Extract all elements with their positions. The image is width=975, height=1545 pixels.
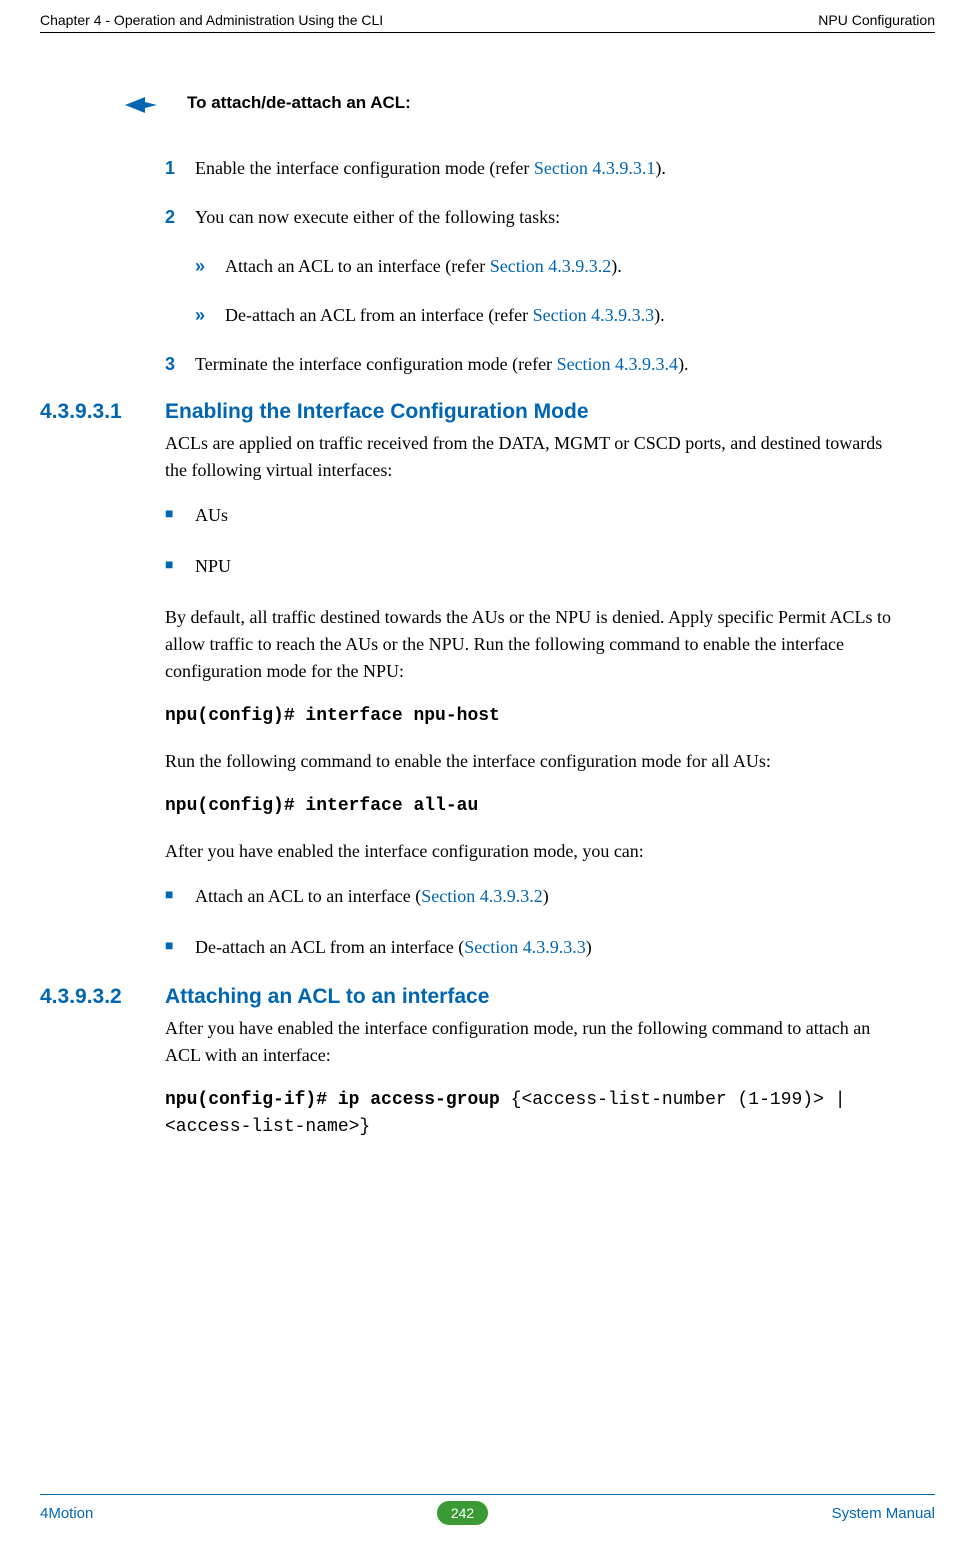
list-item: ■ NPU [165, 553, 895, 580]
substep-2a: » Attach an ACL to an interface (refer S… [195, 253, 895, 280]
list-item: ■ De-attach an ACL from an interface (Se… [165, 934, 895, 961]
section-number: 4.3.9.3.1 [40, 400, 165, 424]
section-title: Enabling the Interface Configuration Mod… [165, 400, 589, 424]
section-link[interactable]: Section 4.3.9.3.2 [490, 256, 612, 276]
step-2: 2 You can now execute either of the foll… [165, 204, 895, 231]
header-left: Chapter 4 - Operation and Administration… [40, 12, 383, 28]
section-heading-2: 4.3.9.3.2 Attaching an ACL to an interfa… [165, 985, 895, 1009]
substep-text: Attach an ACL to an interface (refer Sec… [225, 253, 622, 280]
step-3: 3 Terminate the interface configuration … [165, 351, 895, 378]
step-1: 1 Enable the interface configuration mod… [165, 155, 895, 182]
list-item-text: Attach an ACL to an interface (Section 4… [195, 883, 549, 910]
section-title: Attaching an ACL to an interface [165, 985, 489, 1009]
code-block: npu(config-if)# ip access-group {<access… [165, 1087, 895, 1141]
step-number: 1 [165, 155, 195, 182]
substep-2b: » De-attach an ACL from an interface (re… [195, 302, 895, 329]
substep-text: De-attach an ACL from an interface (refe… [225, 302, 665, 329]
section-link[interactable]: Section 4.3.9.3.3 [464, 937, 586, 957]
step-text: Terminate the interface configuration mo… [195, 351, 689, 378]
paragraph: After you have enabled the interface con… [165, 1015, 895, 1069]
section-link[interactable]: Section 4.3.9.3.4 [557, 354, 679, 374]
code-block: npu(config)# interface all-au [165, 793, 895, 820]
section-link[interactable]: Section 4.3.9.3.2 [421, 886, 543, 906]
step-number: 2 [165, 204, 195, 231]
chevron-icon: » [195, 253, 225, 280]
list-item-text: AUs [195, 502, 228, 529]
step-text: You can now execute either of the follow… [195, 204, 560, 231]
page-footer: 4Motion 242 System Manual [40, 1494, 935, 1525]
callout-text: To attach/de-attach an ACL: [187, 93, 411, 113]
list-item: ■ AUs [165, 502, 895, 529]
arrow-right-icon [125, 95, 157, 115]
list-item: ■ Attach an ACL to an interface (Section… [165, 883, 895, 910]
step-text: Enable the interface configuration mode … [195, 155, 666, 182]
square-bullet-icon: ■ [165, 502, 195, 529]
page-number-badge: 242 [437, 1501, 488, 1525]
section-heading-1: 4.3.9.3.1 Enabling the Interface Configu… [165, 400, 895, 424]
code-block: npu(config)# interface npu-host [165, 703, 895, 730]
section-number: 4.3.9.3.2 [40, 985, 165, 1009]
square-bullet-icon: ■ [165, 883, 195, 910]
section-link[interactable]: Section 4.3.9.3.3 [533, 305, 655, 325]
paragraph: Run the following command to enable the … [165, 748, 895, 775]
list-item-text: NPU [195, 553, 231, 580]
procedure-callout: To attach/de-attach an ACL: [125, 93, 935, 115]
main-content: 1 Enable the interface configuration mod… [165, 155, 895, 1141]
footer-right: System Manual [832, 1505, 935, 1522]
list-item-text: De-attach an ACL from an interface (Sect… [195, 934, 592, 961]
square-bullet-icon: ■ [165, 553, 195, 580]
square-bullet-icon: ■ [165, 934, 195, 961]
step-number: 3 [165, 351, 195, 378]
footer-left: 4Motion [40, 1505, 93, 1522]
paragraph: By default, all traffic destined towards… [165, 604, 895, 685]
chevron-icon: » [195, 302, 225, 329]
header-right: NPU Configuration [818, 12, 935, 28]
paragraph: ACLs are applied on traffic received fro… [165, 430, 895, 484]
page-header: Chapter 4 - Operation and Administration… [40, 12, 935, 33]
paragraph: After you have enabled the interface con… [165, 838, 895, 865]
section-link[interactable]: Section 4.3.9.3.1 [534, 158, 656, 178]
